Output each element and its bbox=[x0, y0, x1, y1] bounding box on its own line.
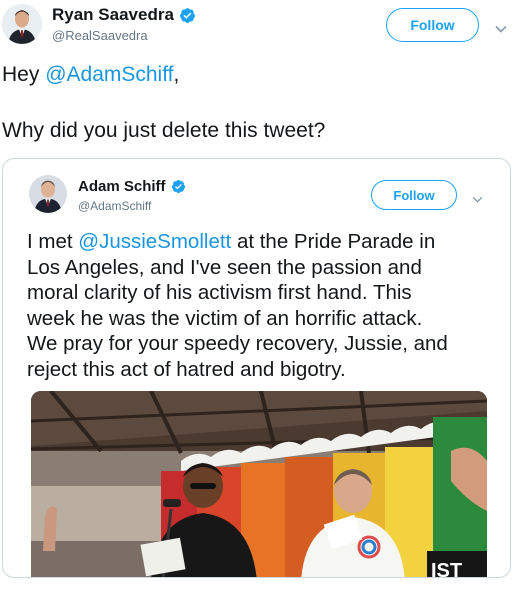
quoted-tweet-card[interactable]: Adam Schiff @AdamSchiff Follow I met @Ju… bbox=[2, 158, 511, 578]
tweet-photo[interactable]: IST bbox=[31, 391, 487, 578]
chevron-down-icon[interactable] bbox=[495, 20, 507, 38]
author-display-name[interactable]: Ryan Saavedra bbox=[52, 5, 174, 25]
tweet-text-line: Hey @AdamSchiff, bbox=[2, 62, 512, 88]
quoted-author-name-row: Adam Schiff bbox=[78, 178, 186, 195]
author-name-row: Ryan Saavedra bbox=[52, 5, 196, 25]
verified-badge-icon bbox=[179, 7, 196, 24]
mention-link[interactable]: @AdamSchiff bbox=[45, 63, 173, 86]
quoted-tweet-line: reject this act of hatred and bigotry. bbox=[27, 357, 346, 381]
quoted-text-fragment: at the Pride Parade in bbox=[231, 230, 436, 253]
quoted-text-fragment: I met bbox=[27, 230, 79, 253]
quoted-author-display-name[interactable]: Adam Schiff bbox=[78, 178, 166, 195]
follow-button[interactable]: Follow bbox=[386, 8, 479, 42]
avatar[interactable] bbox=[29, 175, 67, 213]
mention-link[interactable]: @JussieSmollett bbox=[78, 230, 231, 253]
banner-text: IST bbox=[431, 560, 462, 578]
tweet-text: Hey @AdamSchiff, Why did you just delete… bbox=[2, 62, 512, 144]
avatar[interactable] bbox=[2, 4, 42, 44]
avatar-image bbox=[29, 175, 67, 213]
avatar-image bbox=[2, 4, 42, 44]
quoted-tweet-line: I met @JussieSmollett at the Pride Parad… bbox=[27, 229, 497, 255]
greeting-punctuation: , bbox=[173, 63, 180, 86]
quoted-tweet-line: week he was the victim of an horrific at… bbox=[27, 306, 423, 330]
tweet-question: Why did you just delete this tweet? bbox=[2, 119, 326, 142]
tweet-header: Ryan Saavedra @RealSaavedra Follow bbox=[0, 0, 514, 56]
quoted-author-handle[interactable]: @AdamSchiff bbox=[78, 199, 151, 213]
quoted-tweet-line: moral clarity of his activism first hand… bbox=[27, 281, 412, 304]
follow-button[interactable]: Follow bbox=[371, 180, 457, 210]
quoted-tweet-line: We pray for your speedy recovery, Jussie… bbox=[27, 332, 448, 355]
quoted-tweet-text: I met @JussieSmollett at the Pride Parad… bbox=[27, 229, 497, 382]
verified-badge-icon bbox=[171, 179, 186, 194]
quoted-tweet-line: Los Angeles, and I've seen the passion a… bbox=[27, 255, 422, 279]
chevron-down-icon[interactable] bbox=[472, 190, 483, 208]
greeting-text: Hey bbox=[2, 63, 46, 86]
author-handle[interactable]: @RealSaavedra bbox=[52, 28, 148, 43]
tweet-photo-image: IST bbox=[31, 391, 487, 578]
